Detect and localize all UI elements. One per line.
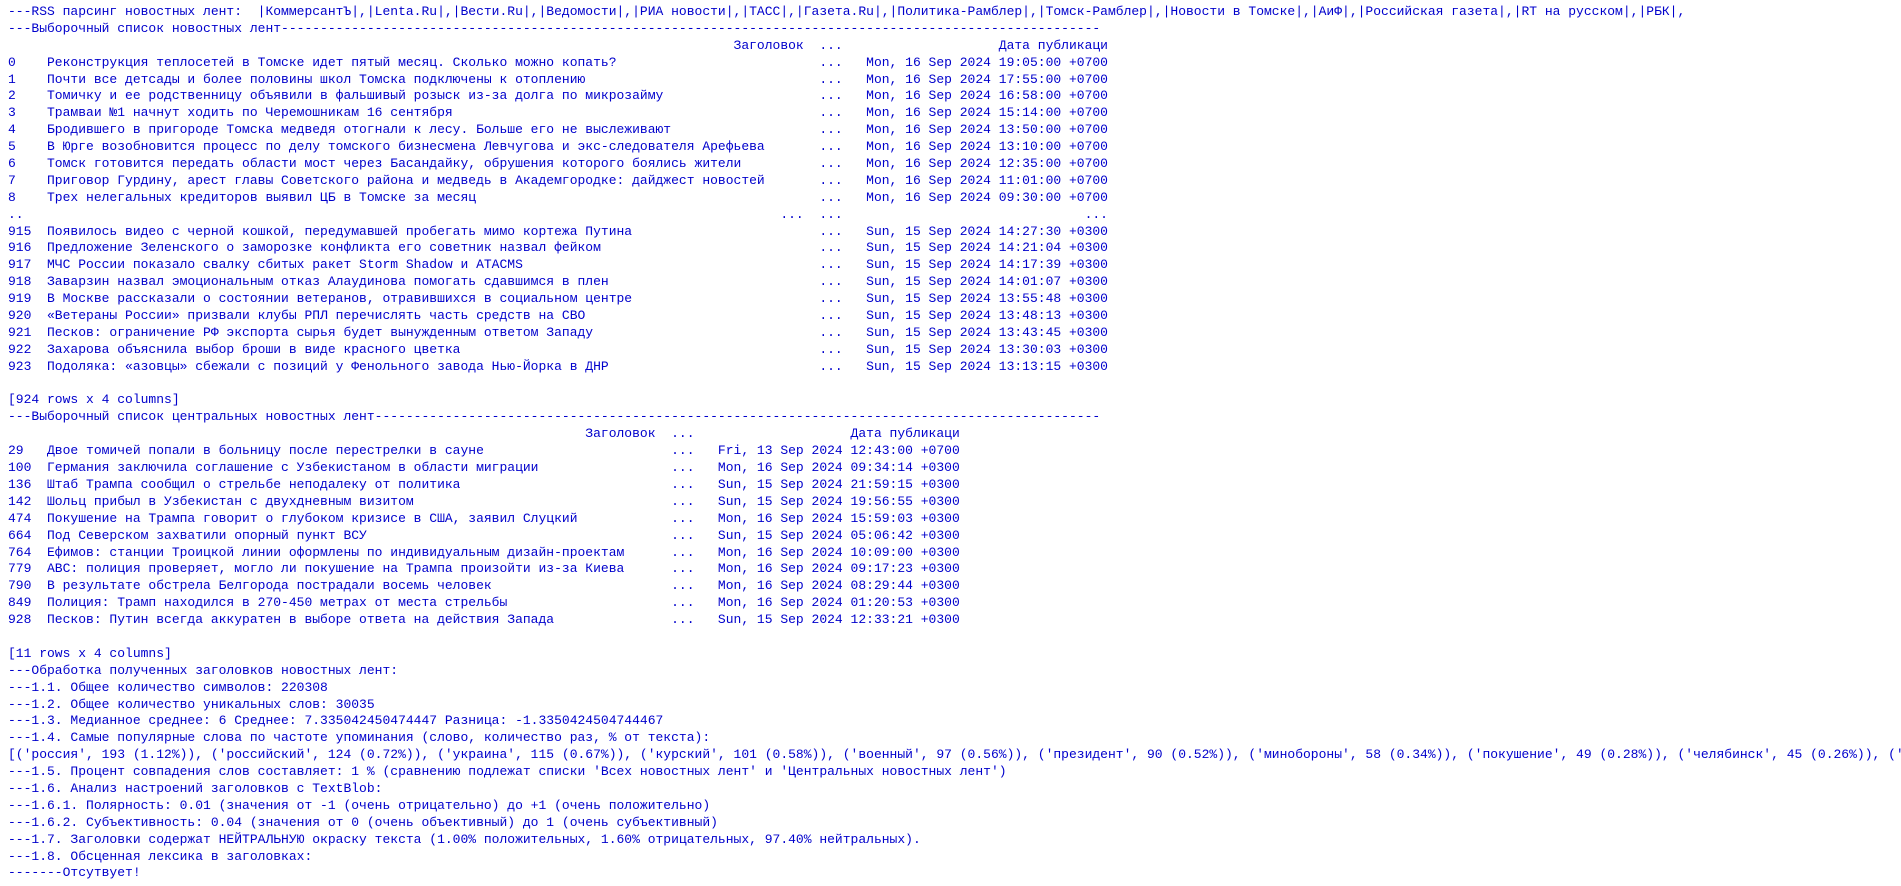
- console-output: ---RSS парсинг новостных лент: |Коммерса…: [8, 4, 1893, 882]
